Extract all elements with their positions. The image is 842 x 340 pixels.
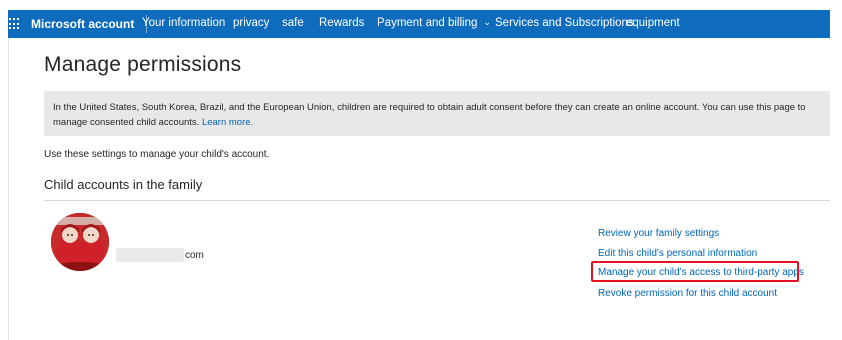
- nav-your-information[interactable]: Your information: [142, 17, 225, 29]
- nav-services-and-subscriptions[interactable]: Services and Subscriptions: [495, 17, 634, 29]
- edit-personal-info-link[interactable]: Edit this child's personal information: [598, 248, 757, 259]
- chevron-down-icon: ⌄: [483, 17, 491, 27]
- page-left-border: [8, 10, 9, 340]
- brand-link[interactable]: Microsoft account: [31, 17, 134, 31]
- child-avatar: [51, 213, 109, 271]
- email-redaction: [116, 248, 184, 262]
- intro-text: Use these settings to manage your child'…: [44, 149, 270, 160]
- nav-rewards-label: Rewards: [319, 17, 365, 29]
- section-divider: [44, 200, 830, 201]
- nav-payment-and-billing-label: Payment and billing: [377, 17, 478, 29]
- review-family-settings-link[interactable]: Review your family settings: [598, 228, 719, 239]
- page-title: Manage permissions: [44, 53, 242, 76]
- section-title: Child accounts in the family: [44, 177, 203, 192]
- waffle-grid-icon[interactable]: [9, 18, 21, 30]
- nav-safe[interactable]: safe: [282, 17, 304, 29]
- nav-equipment[interactable]: equipment: [626, 17, 680, 29]
- nav-rewards[interactable]: Rewards: [319, 17, 364, 29]
- learn-more-link[interactable]: Learn more.: [202, 117, 253, 128]
- revoke-permission-link[interactable]: Revoke permission for this child account: [598, 288, 777, 299]
- nav-privacy[interactable]: privacy: [233, 17, 269, 29]
- avatar-photo: [51, 213, 109, 271]
- notice-text: In the United States, South Korea, Brazi…: [53, 102, 806, 128]
- consent-notice: In the United States, South Korea, Brazi…: [44, 91, 830, 136]
- top-navigation-bar: Microsoft account Your information priva…: [8, 10, 830, 38]
- manage-third-party-apps-link[interactable]: Manage your child's access to third-part…: [598, 267, 804, 278]
- nav-payment-and-billing[interactable]: Payment and billing ⌄: [377, 17, 491, 29]
- child-email: com: [185, 250, 204, 261]
